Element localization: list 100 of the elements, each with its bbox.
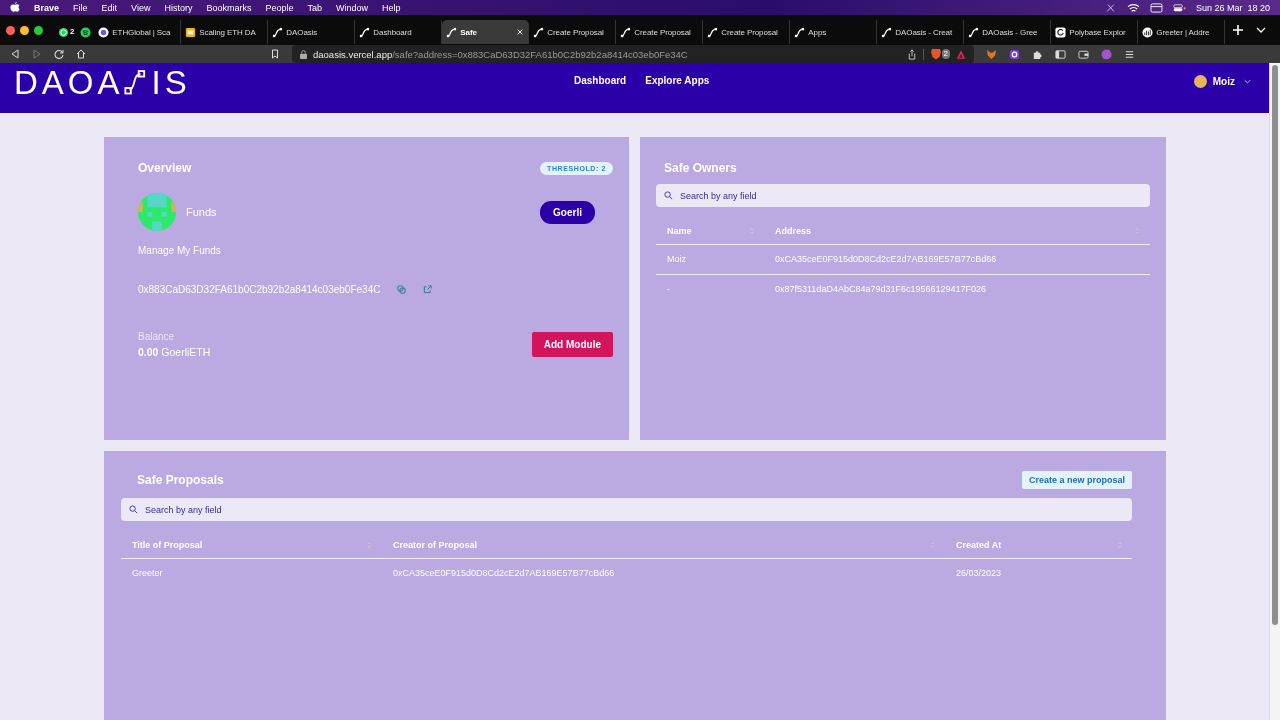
chevron-down-icon[interactable] xyxy=(1256,27,1266,33)
tab-title: Dashboard xyxy=(373,27,413,37)
browser-tab[interactable]: Safe xyxy=(442,20,530,44)
sort-icon xyxy=(1135,227,1140,235)
close-window-button[interactable] xyxy=(6,25,15,35)
fox-icon[interactable] xyxy=(986,48,997,60)
control-center-icon[interactable] xyxy=(1172,2,1186,13)
search-icon xyxy=(664,191,673,200)
tab-title: Apps xyxy=(808,27,828,37)
tab-title: Greeter | Addre xyxy=(1156,27,1211,37)
tab-title: Polybase Explor xyxy=(1069,27,1127,37)
profile-avatar-icon[interactable] xyxy=(1101,48,1112,60)
menu-item[interactable]: People xyxy=(265,2,294,13)
add-module-button[interactable]: Add Module xyxy=(531,332,613,357)
menu-item[interactable]: Help xyxy=(382,2,401,13)
sort-icon xyxy=(930,541,935,549)
slides-icon xyxy=(185,26,197,38)
calendar-icon[interactable] xyxy=(1149,2,1163,13)
search-field[interactable]: Search by any field xyxy=(121,498,1132,521)
browser-tab[interactable]: Create Proposal xyxy=(529,20,617,44)
browser-tab[interactable]: Apps xyxy=(790,20,878,44)
user-menu[interactable]: Moiz xyxy=(1193,75,1251,88)
table-cell-text: 26/03/2023 xyxy=(955,567,1003,580)
card-title: Overview xyxy=(138,161,192,175)
logo-text[interactable]: IS xyxy=(151,64,191,102)
home-icon[interactable] xyxy=(76,49,86,59)
chart-circle-icon xyxy=(1142,26,1154,38)
curve-link-icon[interactable] xyxy=(123,69,146,96)
lion-shield-icon[interactable] xyxy=(929,48,942,60)
back-icon[interactable] xyxy=(10,49,20,59)
table-cell-text: 0xCA35ceE0F915d0D8Cd2cE2d7AB169E57B77cBd66 xyxy=(392,567,616,580)
tab-title: Create Proposal xyxy=(634,27,692,37)
sort-icon xyxy=(367,541,372,549)
menu-item[interactable]: File xyxy=(73,2,88,13)
pixel-avatar-icon xyxy=(138,193,176,231)
menu-item[interactable]: Tab xyxy=(307,2,322,13)
browser-tab[interactable]: Create Proposal xyxy=(703,20,791,44)
safe-name: Funds xyxy=(186,206,217,218)
share-icon[interactable] xyxy=(906,48,917,60)
menu-item[interactable]: Bookmarks xyxy=(206,2,252,13)
sidebar-icon[interactable] xyxy=(1055,48,1066,60)
menu-app-name[interactable]: Brave xyxy=(34,2,60,13)
tab-title: DAOasis - Gree xyxy=(982,27,1039,37)
browser-tab[interactable]: Create Proposal xyxy=(616,20,704,44)
reload-icon[interactable] xyxy=(54,49,64,59)
menu-item[interactable]: View xyxy=(131,2,151,13)
browser-tab[interactable]: DAOasis - Gree xyxy=(964,20,1052,44)
clock[interactable]: Sun 26 Mar 18 20 xyxy=(1195,2,1270,13)
globe-icon xyxy=(98,26,110,38)
curve-link-icon xyxy=(794,26,806,38)
table-cell-text: 0x87f5311daD4AbC84a79d31F6c19566129417F026 xyxy=(774,283,987,296)
browser-tab[interactable]: Greeter | Addre xyxy=(1138,20,1226,44)
browser-tab[interactable]: Scaling ETH DA xyxy=(181,20,269,44)
lock-icon xyxy=(300,49,307,59)
browser-tab[interactable]: Polybase Explor xyxy=(1051,20,1139,44)
tab-title: Safe xyxy=(460,27,478,37)
balance-value: 0.00 GoerliETH xyxy=(138,346,211,358)
nav-link[interactable]: Explore Apps xyxy=(645,75,710,86)
wallet-icon[interactable] xyxy=(1078,48,1089,60)
browser-tab[interactable]: DAOasis - Creat xyxy=(877,20,965,44)
tab-title: ETHGlobal | Sca xyxy=(112,27,172,37)
curve-link-icon xyxy=(359,26,371,38)
address-bar[interactable]: daoasis.vercel.app/safe?address=0x883CaD63D32FA61b0C2b92b2a8414c03eb0Fe34C 2 xyxy=(292,45,974,63)
create-proposal-button[interactable]: Create a new proposal xyxy=(1021,471,1132,489)
url-text: daoasis.vercel.app/safe?address=0x883CaD63D32FA61b0C2b92b2a8414c03eb0Fe34C xyxy=(313,48,689,60)
curve-link-icon xyxy=(446,26,458,38)
tab-title: DAOasis - Creat xyxy=(895,27,954,37)
pinned-tab[interactable]: 2 xyxy=(55,20,78,44)
table-cell-text: Greeter xyxy=(131,567,164,580)
search-field[interactable]: Search by any field xyxy=(656,184,1150,207)
apple-icon[interactable] xyxy=(10,2,20,13)
triangle-icon[interactable] xyxy=(956,48,966,60)
tab-title: Scaling ETH DA xyxy=(199,27,257,37)
puzzle-icon[interactable] xyxy=(1032,48,1043,60)
bookmark-icon[interactable] xyxy=(270,49,280,59)
tab-title: DAOasis xyxy=(286,27,319,37)
wifi-icon[interactable] xyxy=(1126,2,1140,13)
browser-tab[interactable]: ETHGlobal | Sca xyxy=(94,20,182,44)
menu-item[interactable]: Edit xyxy=(101,2,118,13)
card-subtitle: Manage My Funds xyxy=(138,245,222,256)
table-cell: Moiz xyxy=(656,245,764,275)
sort-icon xyxy=(1117,541,1122,549)
menu-item[interactable]: Window xyxy=(336,2,368,13)
refresh-icon xyxy=(1055,26,1067,38)
browser-tab[interactable]: DAOasis xyxy=(268,20,356,44)
zoom-window-button[interactable] xyxy=(34,25,43,35)
scrollbar[interactable] xyxy=(1269,63,1280,720)
table-cell: 0xCA35ceE0F915d0D8Cd2cE2d7AB169E57B77cBd66 xyxy=(764,245,1150,275)
blocked-count: 2 xyxy=(941,49,950,59)
music-circle-icon xyxy=(80,26,92,38)
new-tab-icon[interactable] xyxy=(1233,25,1244,35)
menu-item[interactable]: History xyxy=(164,2,193,13)
close-icon[interactable] xyxy=(516,28,525,36)
logo-text[interactable]: DAOA xyxy=(14,64,124,102)
balance-label: Balance xyxy=(138,331,176,342)
nav-link[interactable]: Dashboard xyxy=(574,75,627,86)
caret-icon xyxy=(1244,79,1251,84)
minimize-window-button[interactable] xyxy=(20,25,29,35)
ring-icon[interactable] xyxy=(1009,48,1020,60)
menu-icon[interactable] xyxy=(1124,48,1135,60)
